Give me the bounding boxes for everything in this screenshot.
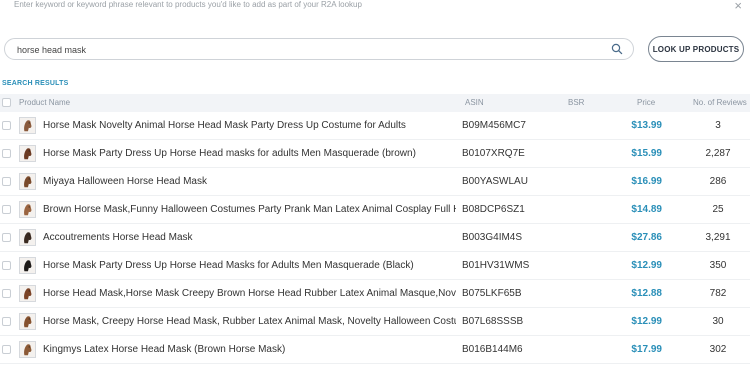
look-up-products-button[interactable]: LOOK UP PRODUCTS	[648, 36, 744, 62]
product-name[interactable]: Horse Mask Novelty Animal Horse Head Mas…	[43, 120, 456, 131]
product-price: $12.88	[631, 288, 662, 299]
row-checkbox[interactable]	[2, 289, 11, 298]
product-thumbnail	[19, 145, 36, 162]
product-price: $16.99	[631, 176, 662, 187]
row-checkbox[interactable]	[2, 121, 11, 130]
search-icon[interactable]	[611, 43, 623, 55]
product-name[interactable]: Accoutrements Horse Head Mask	[43, 232, 456, 243]
product-thumbnail	[19, 341, 36, 358]
table-row[interactable]: Horse Mask Party Dress Up Horse Head Mas…	[0, 252, 750, 280]
row-checkbox[interactable]	[2, 233, 11, 242]
product-asin: B08DCP6SZ1	[462, 204, 525, 215]
product-thumbnail	[19, 117, 36, 134]
product-price: $17.99	[631, 344, 662, 355]
row-checkbox[interactable]	[2, 317, 11, 326]
row-checkbox[interactable]	[2, 177, 11, 186]
table-row[interactable]: Miyaya Halloween Horse Head Mask B00YASWL…	[0, 168, 750, 196]
product-price: $27.86	[631, 232, 662, 243]
product-reviews: 2,287	[705, 148, 731, 159]
product-name[interactable]: Brown Horse Mask,Funny Halloween Costume…	[43, 204, 456, 215]
row-checkbox[interactable]	[2, 149, 11, 158]
product-name[interactable]: Miyaya Halloween Horse Head Mask	[43, 176, 456, 187]
product-price: $13.99	[631, 120, 662, 131]
search-input[interactable]	[17, 42, 597, 57]
product-thumbnail	[19, 173, 36, 190]
table-row[interactable]: Brown Horse Mask,Funny Halloween Costume…	[0, 196, 750, 224]
search-row: LOOK UP PRODUCTS	[4, 36, 746, 62]
product-reviews: 286	[709, 176, 727, 187]
product-name[interactable]: Horse Mask Party Dress Up Horse Head Mas…	[43, 260, 456, 271]
product-asin: B00YASWLAU	[462, 176, 528, 187]
table-row[interactable]: Accoutrements Horse Head Mask B003G4IM4S $…	[0, 224, 750, 252]
table-row[interactable]: Horse Mask Novelty Animal Horse Head Mas…	[0, 112, 750, 140]
table-row[interactable]: Horse Mask Party Dress Up Horse Head mas…	[0, 140, 750, 168]
product-price: $14.89	[631, 204, 662, 215]
product-name[interactable]: Horse Head Mask,Horse Mask Creepy Brown …	[43, 288, 456, 299]
search-results-label: SEARCH RESULTS	[2, 80, 69, 87]
row-checkbox[interactable]	[2, 205, 11, 214]
product-reviews: 782	[709, 288, 727, 299]
product-asin: B0107XRQ7E	[462, 148, 525, 159]
select-all-checkbox[interactable]	[2, 98, 11, 107]
product-asin: B003G4IM4S	[462, 232, 523, 243]
product-thumbnail	[19, 201, 36, 218]
table-body: Horse Mask Novelty Animal Horse Head Mas…	[0, 112, 750, 364]
column-header-bsr[interactable]: BSR	[568, 98, 584, 107]
product-name[interactable]: Horse Mask, Creepy Horse Head Mask, Rubb…	[43, 316, 456, 327]
product-thumbnail	[19, 285, 36, 302]
product-thumbnail	[19, 313, 36, 330]
search-box[interactable]	[4, 38, 634, 60]
product-reviews: 25	[712, 204, 724, 215]
table-row[interactable]: Kingmys Latex Horse Head Mask (Brown Hor…	[0, 336, 750, 364]
product-price: $12.99	[631, 316, 662, 327]
product-reviews: 30	[712, 316, 724, 327]
product-reviews: 3,291	[705, 232, 731, 243]
row-checkbox[interactable]	[2, 261, 11, 270]
product-name[interactable]: Kingmys Latex Horse Head Mask (Brown Hor…	[43, 344, 456, 355]
product-asin: B01HV31WMS	[462, 260, 530, 271]
column-header-reviews[interactable]: No. of Reviews	[693, 98, 747, 107]
table-row[interactable]: Horse Mask, Creepy Horse Head Mask, Rubb…	[0, 308, 750, 336]
product-reviews: 3	[715, 120, 721, 131]
product-price: $15.99	[631, 148, 662, 159]
close-icon[interactable]: ×	[734, 0, 742, 13]
product-asin: B075LKF65B	[462, 288, 522, 299]
product-reviews: 302	[709, 344, 727, 355]
product-name[interactable]: Horse Mask Party Dress Up Horse Head mas…	[43, 148, 456, 159]
product-thumbnail	[19, 257, 36, 274]
table-row[interactable]: Horse Head Mask,Horse Mask Creepy Brown …	[0, 280, 750, 308]
product-thumbnail	[19, 229, 36, 246]
product-asin: B016B144M6	[462, 344, 523, 355]
top-hint: Enter keyword or keyword phrase relevant…	[14, 0, 362, 9]
column-header-asin[interactable]: ASIN	[465, 98, 484, 107]
product-asin: B09M456MC7	[462, 120, 526, 131]
product-asin: B07L68SSSB	[462, 316, 524, 327]
table-header: Product Name ASIN BSR Price No. of Revie…	[0, 94, 750, 112]
row-checkbox[interactable]	[2, 345, 11, 354]
results-table: Product Name ASIN BSR Price No. of Revie…	[0, 94, 750, 364]
column-header-price[interactable]: Price	[637, 98, 655, 107]
product-reviews: 350	[709, 260, 727, 271]
product-price: $12.99	[631, 260, 662, 271]
column-header-product-name[interactable]: Product Name	[19, 98, 70, 107]
